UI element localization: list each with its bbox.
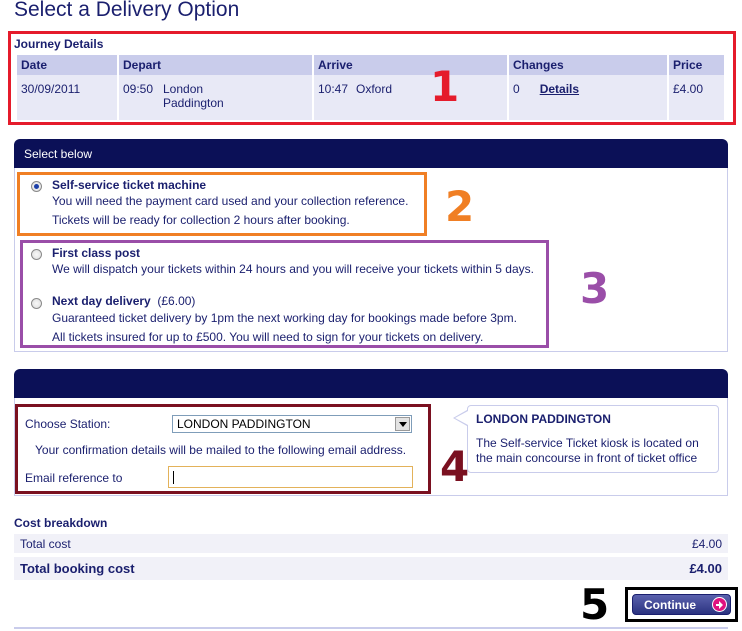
- annotation-number-4: 4: [440, 442, 470, 491]
- annotation-number-1: 1: [430, 62, 460, 111]
- text-caret: [173, 471, 174, 484]
- page-title: Select a Delivery Option: [14, 0, 240, 21]
- email-label: Email reference to: [25, 471, 123, 485]
- station-info-title: LONDON PADDINGTON: [476, 412, 611, 426]
- mail-note: Your confirmation details will be mailed…: [35, 443, 407, 457]
- option-next-day-text-2: All tickets insured for up to £500. You …: [52, 330, 484, 344]
- station-info-text-2: the main concourse in front of ticket of…: [476, 451, 698, 465]
- journey-depart: 09:50 London Paddington: [119, 75, 312, 120]
- journey-changes: 0 Details: [509, 75, 667, 120]
- arrive-station: Oxford: [356, 82, 393, 96]
- radio-first-class-post[interactable]: [31, 249, 42, 260]
- choose-station-label: Choose Station:: [25, 417, 111, 431]
- details-link[interactable]: Details: [540, 82, 579, 96]
- info-bubble-arrow-inner: [455, 411, 468, 425]
- journey-arrive: 10:47 Oxford: [314, 75, 507, 120]
- option-next-day-price: (£6.00): [157, 294, 196, 308]
- station-info-text-1: The Self-service Ticket kiosk is located…: [476, 436, 699, 450]
- radio-self-service[interactable]: [31, 181, 42, 192]
- annotation-number-3: 3: [580, 264, 610, 313]
- total-cost-label: Total cost: [20, 537, 71, 551]
- annotation-number-2: 2: [445, 182, 475, 231]
- option-next-day-title: Next day delivery (£6.00): [52, 294, 196, 308]
- option-self-service-title: Self-service ticket machine: [52, 178, 207, 192]
- chevron-down-icon[interactable]: [395, 417, 410, 431]
- column-arrive: Arrive: [314, 55, 507, 75]
- option-first-class-text-1: We will dispatch your tickets within 24 …: [52, 262, 534, 276]
- option-self-service-text-2: Tickets will be ready for collection 2 h…: [52, 213, 350, 227]
- total-cost-row: [14, 534, 728, 553]
- option-next-day-text-1: Guaranteed ticket delivery by 1pm the ne…: [52, 311, 517, 325]
- total-booking-value: £4.00: [689, 561, 722, 576]
- continue-button[interactable]: Continue: [632, 594, 731, 615]
- journey-details-heading: Journey Details: [14, 37, 104, 51]
- table-row: 30/09/2011 09:50 London Paddington 10:47…: [17, 75, 724, 120]
- column-changes: Changes: [509, 55, 667, 75]
- station-select[interactable]: LONDON PADDINGTON: [172, 415, 412, 433]
- total-cost-value: £4.00: [691, 537, 722, 551]
- email-input[interactable]: [168, 466, 413, 488]
- option-self-service-text-1: You will need the payment card used and …: [52, 194, 409, 208]
- depart-time: 09:50: [123, 82, 154, 96]
- arrow-right-icon: [712, 597, 727, 612]
- journey-price: £4.00: [669, 75, 724, 120]
- footer-divider: [14, 627, 728, 629]
- radio-next-day-delivery[interactable]: [31, 298, 42, 309]
- arrive-time: 10:47: [318, 82, 349, 96]
- total-booking-label: Total booking cost: [20, 561, 135, 576]
- journey-table-header: Date Depart Arrive Changes Price: [17, 55, 724, 75]
- column-date: Date: [17, 55, 117, 75]
- journey-table: Date Depart Arrive Changes Price 30/09/2…: [15, 55, 726, 120]
- collection-panel-header: [14, 369, 728, 398]
- column-depart: Depart: [119, 55, 312, 75]
- delivery-panel-heading: Select below: [24, 147, 93, 161]
- delivery-panel-header: Select below: [14, 139, 728, 168]
- column-price: Price: [669, 55, 724, 75]
- annotation-number-5: 5: [580, 580, 610, 629]
- option-first-class-title: First class post: [52, 246, 141, 260]
- depart-station: London Paddington: [163, 82, 224, 110]
- cost-breakdown-heading: Cost breakdown: [14, 516, 108, 530]
- journey-date: 30/09/2011: [17, 75, 117, 120]
- station-select-value: LONDON PADDINGTON: [177, 417, 311, 431]
- continue-label: Continue: [644, 598, 696, 612]
